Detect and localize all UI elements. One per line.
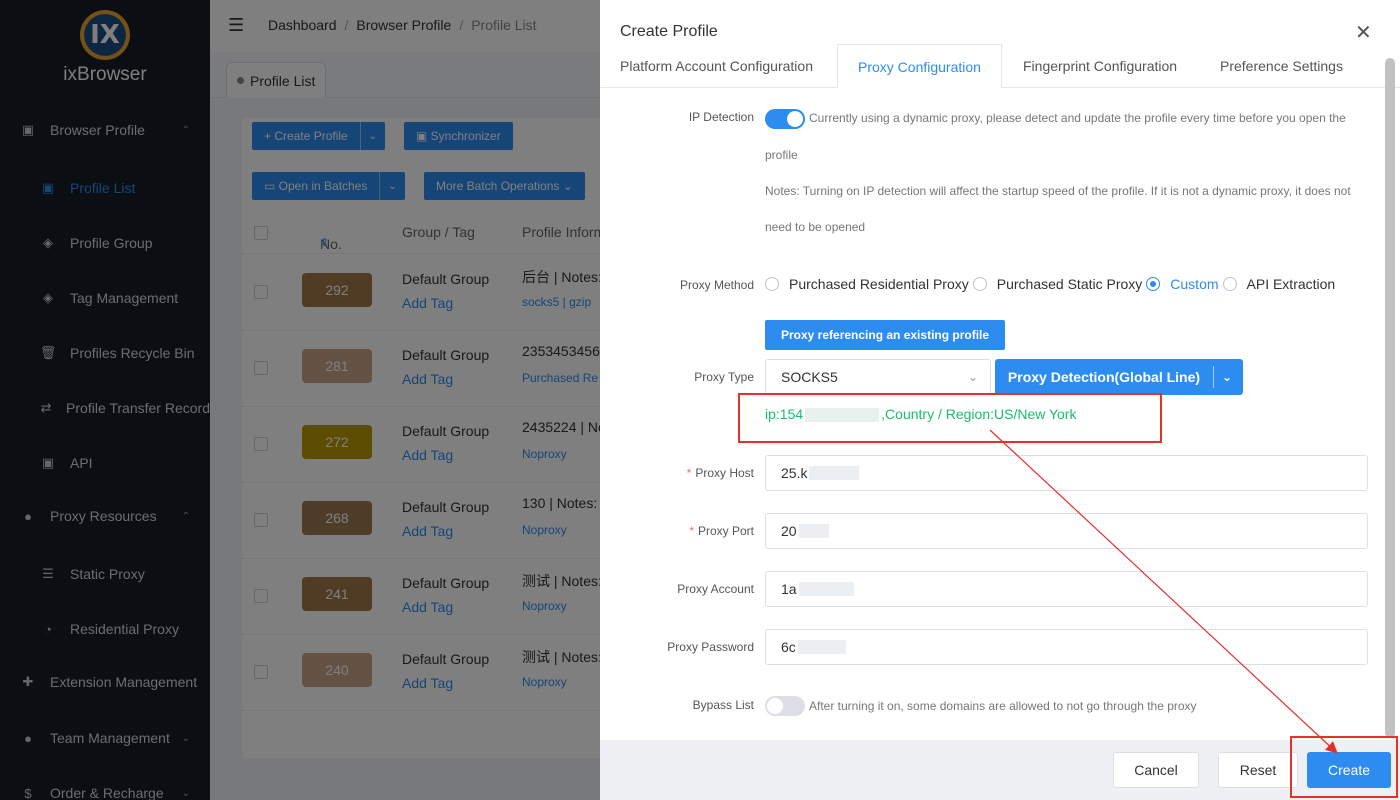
radio-purchased-residential[interactable]: Purchased Residential Proxy bbox=[765, 276, 969, 292]
chevron-down-icon[interactable]: ⌄ bbox=[1213, 366, 1232, 388]
radio-custom[interactable]: Custom bbox=[1146, 276, 1219, 292]
tab-fingerprint-configuration[interactable]: Fingerprint Configuration bbox=[1003, 44, 1197, 88]
ip-detection-label: IP Detection bbox=[688, 110, 754, 124]
proxy-host-label: * Proxy Host bbox=[686, 466, 754, 480]
bypass-list-label: Bypass List bbox=[692, 698, 754, 712]
bypass-list-toggle[interactable] bbox=[765, 696, 805, 716]
drawer-tabs: Platform Account Configuration Proxy Con… bbox=[600, 44, 1400, 89]
proxy-reference-button[interactable]: Proxy referencing an existing profile bbox=[765, 320, 1006, 350]
proxy-account-input[interactable]: 1a bbox=[765, 571, 1368, 607]
drawer-title: Create Profile bbox=[620, 23, 718, 40]
proxy-password-label: Proxy Password bbox=[667, 640, 754, 654]
annotation-highlight-create bbox=[1290, 736, 1398, 798]
annotation-highlight-ip bbox=[738, 393, 1162, 443]
ip-detection-toggle[interactable] bbox=[765, 109, 805, 129]
proxy-type-select[interactable]: SOCKS5 ⌄ bbox=[765, 359, 991, 395]
tab-platform-account[interactable]: Platform Account Configuration bbox=[600, 44, 833, 88]
radio-purchased-static[interactable]: Purchased Static Proxy bbox=[972, 276, 1142, 292]
tab-proxy-configuration[interactable]: Proxy Configuration bbox=[837, 44, 1002, 89]
drawer-scrollbar[interactable] bbox=[1385, 58, 1395, 738]
proxy-method-label: Proxy Method bbox=[679, 278, 754, 292]
chevron-down-icon: ⌄ bbox=[967, 370, 978, 384]
ip-detection-hint: Currently using a dynamic proxy, please … bbox=[809, 111, 1346, 125]
proxy-detection-button[interactable]: Proxy Detection(Global Line) ⌄ bbox=[995, 359, 1243, 395]
ip-detection-notes: Notes: Turning on IP detection will affe… bbox=[765, 184, 1351, 198]
redacted-value bbox=[798, 582, 854, 596]
bypass-list-hint: After turning it on, some domains are al… bbox=[809, 699, 1197, 713]
proxy-account-label: Proxy Account bbox=[677, 582, 754, 596]
redacted-value bbox=[798, 524, 829, 538]
cancel-button[interactable]: Cancel bbox=[1113, 752, 1199, 788]
proxy-password-input[interactable]: 6c bbox=[765, 629, 1368, 665]
proxy-port-input[interactable]: 20 bbox=[765, 513, 1368, 549]
create-profile-drawer: Create Profile ✕ Platform Account Config… bbox=[600, 0, 1400, 800]
redacted-value bbox=[809, 466, 860, 480]
reset-button[interactable]: Reset bbox=[1218, 752, 1298, 788]
radio-api-extraction[interactable]: API Extraction bbox=[1222, 276, 1335, 292]
close-icon[interactable]: ✕ bbox=[1355, 20, 1372, 45]
proxy-method-radio-group: Purchased Residential Proxy Purchased St… bbox=[765, 276, 1339, 292]
proxy-host-input[interactable]: 25.k bbox=[765, 455, 1368, 491]
tab-preference-settings[interactable]: Preference Settings bbox=[1200, 44, 1363, 88]
redacted-value bbox=[797, 640, 846, 654]
proxy-type-label: Proxy Type bbox=[694, 370, 754, 384]
proxy-port-label: * Proxy Port bbox=[689, 524, 754, 538]
drawer-footer: Cancel Reset Create bbox=[600, 740, 1400, 800]
